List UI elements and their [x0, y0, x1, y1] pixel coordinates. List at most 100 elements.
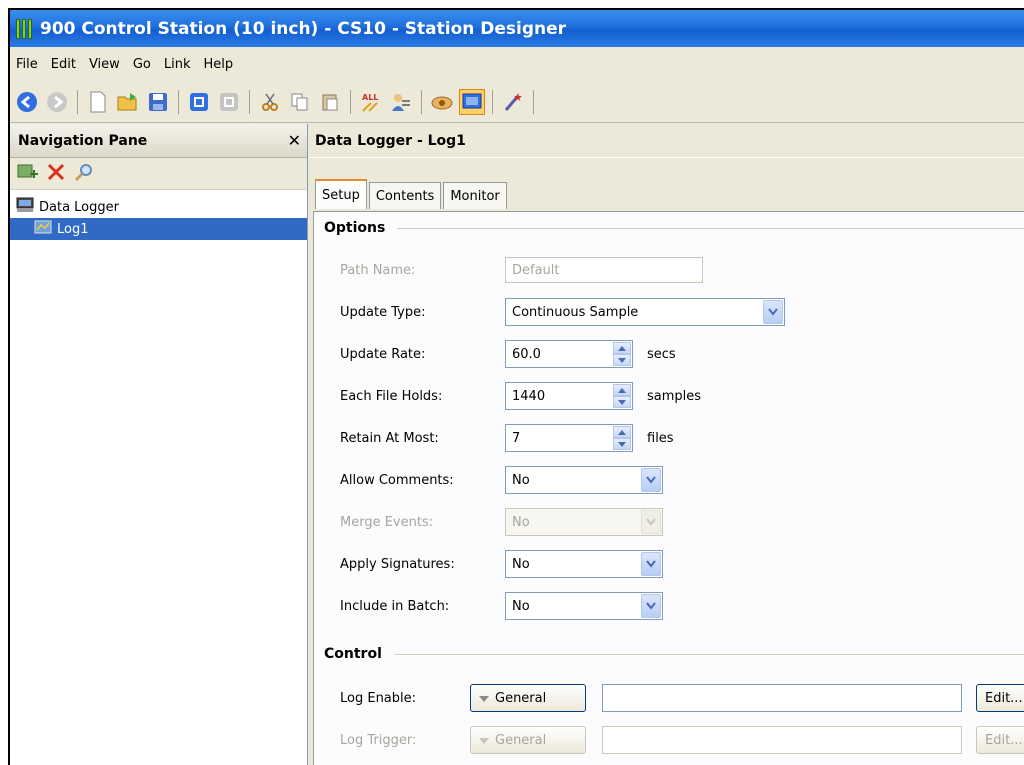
nav-header: Navigation Pane ✕: [10, 124, 307, 158]
tree-item-log1[interactable]: Log1: [10, 218, 307, 240]
display-icon[interactable]: [459, 88, 485, 115]
control-title: Control: [324, 646, 382, 662]
file-holds-stepper[interactable]: 1440: [505, 382, 633, 410]
allow-comments-row: Allow Comments: No: [340, 466, 663, 494]
options-section-title: Options: [324, 220, 1024, 236]
spin-down-icon[interactable]: [613, 396, 631, 408]
tree-item-data-logger[interactable]: Data Logger: [10, 196, 307, 218]
find-all-icon[interactable]: ALL: [358, 89, 384, 115]
update-type-select[interactable]: Continuous Sample: [505, 298, 785, 326]
add-item-icon[interactable]: [16, 162, 38, 186]
apply-signatures-select[interactable]: No: [505, 550, 663, 578]
log-enable-field[interactable]: [602, 684, 962, 712]
back-icon[interactable]: [14, 89, 40, 115]
find-icon[interactable]: [74, 162, 94, 186]
copy-icon[interactable]: [287, 89, 313, 115]
chevron-down-icon[interactable]: [763, 300, 783, 324]
data-logger-icon: [16, 197, 34, 217]
link-icon[interactable]: [429, 89, 455, 115]
download-icon[interactable]: [186, 89, 212, 115]
retain-label: Retain At Most:: [340, 430, 439, 446]
update-type-value: Continuous Sample: [512, 304, 639, 320]
log-enable-edit-button[interactable]: Edit...: [976, 684, 1024, 712]
log-enable-label: Log Enable:: [340, 690, 417, 706]
menu-help[interactable]: Help: [203, 57, 233, 72]
content-title: Data Logger - Log1: [309, 124, 1024, 158]
file-holds-row: Each File Holds: 1440 samples: [340, 382, 701, 410]
allow-comments-label: Allow Comments:: [340, 472, 454, 488]
spin-down-icon[interactable]: [613, 438, 631, 450]
window-title: 900 Control Station (10 inch) - CS10 - S…: [40, 18, 567, 39]
path-name-row: Path Name: Default: [340, 256, 703, 284]
retain-stepper[interactable]: 7: [505, 424, 633, 452]
chevron-down-icon[interactable]: [641, 468, 661, 492]
spin-up-icon[interactable]: [613, 384, 631, 396]
log-enable-row: Log Enable: General Edit...: [340, 684, 1024, 712]
file-holds-label: Each File Holds:: [340, 388, 443, 404]
toolbar-separator: [249, 89, 250, 114]
log-trigger-row: Log Trigger: General Edit...: [340, 726, 1024, 754]
toolbar-separator: [533, 89, 534, 114]
log-icon: [34, 220, 52, 238]
log-trigger-field: [602, 726, 962, 754]
path-name-label: Path Name:: [340, 262, 416, 278]
update-rate-unit: secs: [647, 346, 676, 362]
menu-file[interactable]: File: [16, 57, 38, 72]
open-icon[interactable]: [115, 89, 141, 115]
toolbar-separator: [178, 89, 179, 114]
tab-setup[interactable]: Setup: [315, 179, 367, 209]
tab-bar: Setup Contents Monitor: [315, 179, 509, 209]
update-rate-stepper[interactable]: 60.0: [505, 340, 633, 368]
close-icon[interactable]: ✕: [288, 131, 301, 150]
spin-down-icon[interactable]: [613, 354, 631, 366]
tab-monitor[interactable]: Monitor: [443, 182, 507, 209]
spin-up-icon[interactable]: [613, 426, 631, 438]
tab-contents[interactable]: Contents: [368, 182, 442, 209]
navigation-pane: Navigation Pane ✕ Data Logger Log1: [10, 124, 308, 765]
options-title: Options: [324, 220, 386, 236]
menu-view[interactable]: View: [89, 57, 120, 72]
allow-comments-select[interactable]: No: [505, 466, 663, 494]
menu-link[interactable]: Link: [164, 57, 191, 72]
upload-icon[interactable]: [216, 89, 242, 115]
save-icon[interactable]: [145, 89, 171, 115]
nav-title: Navigation Pane: [18, 132, 148, 149]
include-batch-select[interactable]: No: [505, 592, 663, 620]
delete-icon[interactable]: [46, 162, 66, 186]
cut-icon[interactable]: [257, 89, 283, 115]
svg-text:ALL: ALL: [362, 93, 378, 102]
menu-go[interactable]: Go: [133, 57, 151, 72]
tree-item-label: Log1: [57, 221, 89, 237]
log-trigger-edit-button: Edit...: [976, 726, 1024, 754]
paste-icon[interactable]: [317, 89, 343, 115]
include-batch-row: Include in Batch: No: [340, 592, 663, 620]
include-batch-value: No: [512, 598, 530, 614]
control-section-title: Control: [324, 646, 1024, 662]
spin-up-icon[interactable]: [613, 342, 631, 354]
update-rate-label: Update Rate:: [340, 346, 426, 362]
menu-edit[interactable]: Edit: [51, 57, 76, 72]
app-window: 900 Control Station (10 inch) - CS10 - S…: [8, 8, 1024, 765]
chevron-down-icon[interactable]: [641, 552, 661, 576]
title-bar: 900 Control Station (10 inch) - CS10 - S…: [10, 10, 1024, 47]
caret-down-icon: [479, 691, 489, 706]
retain-value: 7: [512, 430, 521, 446]
update-type-row: Update Type: Continuous Sample: [340, 298, 785, 326]
allow-comments-value: No: [512, 472, 530, 488]
setup-panel: Options Path Name: Default Update Type: …: [313, 211, 1024, 765]
path-name-field: Default: [505, 257, 703, 283]
wand-icon[interactable]: [500, 89, 526, 115]
rename-icon[interactable]: [388, 89, 414, 115]
log-enable-tag-button[interactable]: General: [470, 684, 586, 712]
apply-signatures-row: Apply Signatures: No: [340, 550, 663, 578]
toolbar-separator: [350, 89, 351, 114]
file-holds-unit: samples: [647, 388, 702, 404]
toolbar-separator: [492, 89, 493, 114]
toolbar: ALL: [10, 81, 1024, 123]
new-icon[interactable]: [85, 89, 111, 115]
update-type-label: Update Type:: [340, 304, 426, 320]
tree-item-label: Data Logger: [39, 199, 119, 215]
caret-down-icon: [479, 733, 489, 748]
forward-icon[interactable]: [44, 89, 70, 115]
chevron-down-icon[interactable]: [641, 594, 661, 618]
